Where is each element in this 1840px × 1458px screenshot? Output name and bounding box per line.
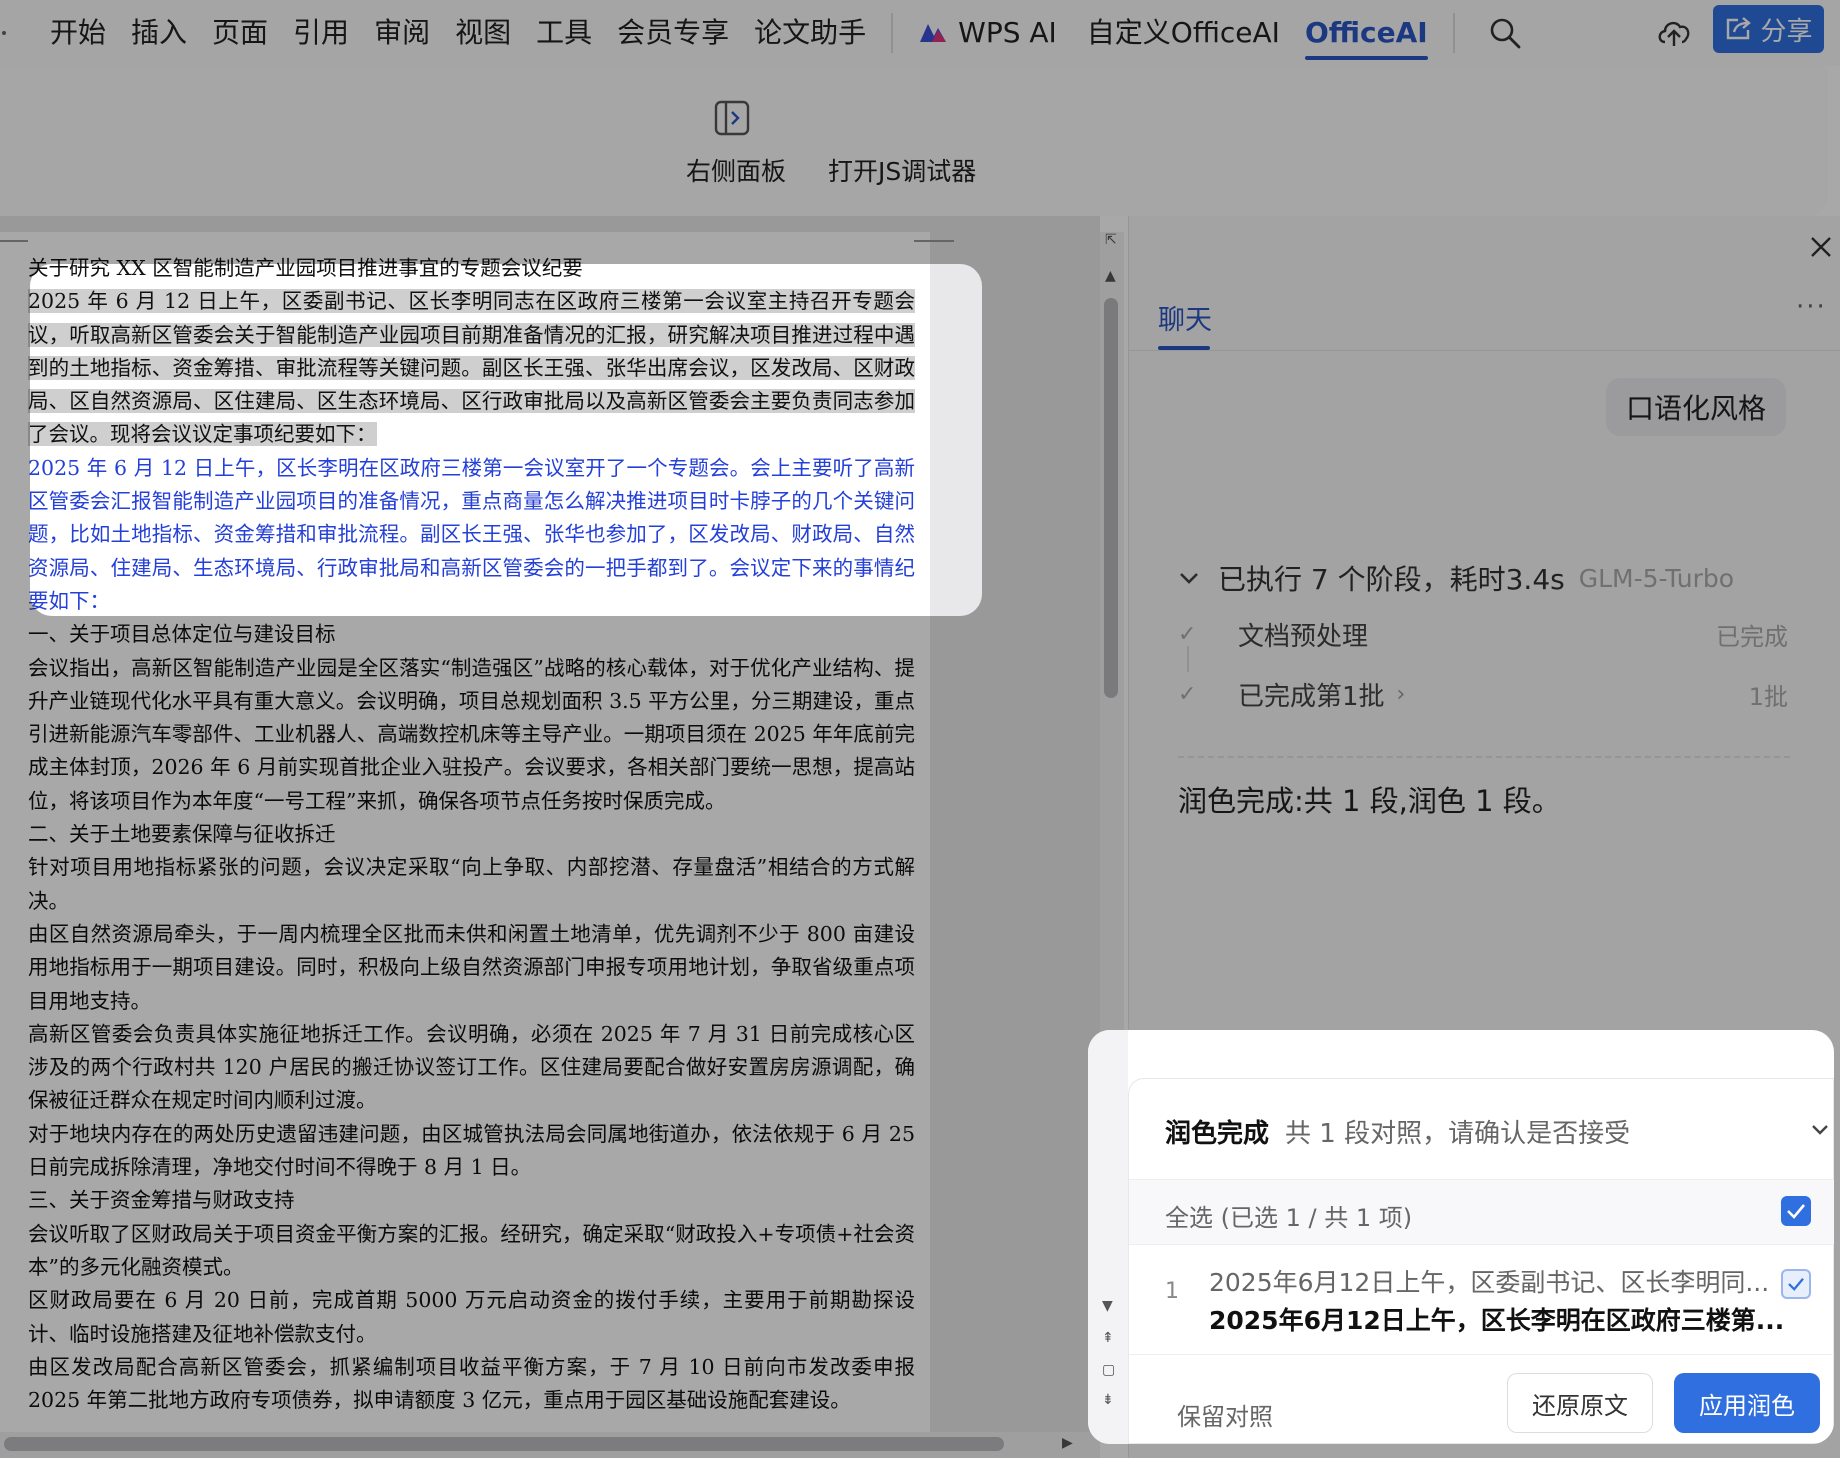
scroll-right-icon[interactable]: ▶ [1062, 1435, 1073, 1451]
model-name: GLM-5-Turbo [1578, 563, 1735, 593]
cloud-upload-icon[interactable] [1654, 12, 1694, 52]
doc-paragraph: 会议指出，高新区智能制造产业园是全区落实“制造强区”战略的核心载体，对于优化产业… [28, 655, 915, 813]
select-all-checkbox[interactable] [1781, 1196, 1811, 1226]
card-subtitle: 共 1 段对照，请确认是否接受 [1285, 1119, 1631, 1149]
stage-connector [1187, 646, 1189, 672]
vertical-scrollbar-thumb[interactable] [1104, 298, 1118, 698]
menu-officeai[interactable]: OfficeAI [1304, 0, 1428, 66]
chevron-down-icon [1180, 573, 1198, 584]
doc-paragraph: 由区自然资源局牵头，于一周内梳理全区批而未供和闲置土地清单，优先调剂不少于 80… [28, 921, 915, 1013]
doc-heading-2: 二、关于土地要素保障与征收拆迁 [28, 822, 336, 847]
stage-label: 已完成第1批 [1238, 682, 1385, 712]
polished-paragraph: 2025 年 6 月 12 日上午，区长李明在区政府三楼第一会议室开了一个专题会… [28, 455, 915, 613]
select-all-label: 全选 (已选 1 / 共 1 项) [1165, 1204, 1413, 1232]
panel-divider [1128, 350, 1840, 351]
menu-wps-ai-label: WPS AI [958, 16, 1057, 49]
item-original-text: 2025年6月12日上午，区委副书记、区长李明同... [1209, 1268, 1770, 1297]
menu-insert[interactable]: 插入 [131, 0, 187, 66]
share-icon [1727, 17, 1752, 40]
restore-original-button[interactable]: 还原原文 [1507, 1373, 1653, 1433]
mini-scroll-controls: ▼ ⇞ ▢ ⇟ [1088, 1030, 1128, 1444]
document-title: 关于研究 XX 区智能制造产业园项目推进事宜的专题会议纪要 [28, 256, 583, 280]
document-area: 关于研究 XX 区智能制造产业园项目推进事宜的专题会议纪要 2025 年 6 月… [0, 216, 1100, 1438]
item-checkbox[interactable] [1781, 1269, 1811, 1299]
check-icon: ✓ [1178, 622, 1197, 647]
execution-summary-text: 已执行 7 个阶段，耗时3.4s [1218, 563, 1565, 596]
share-button-label: 分享 [1760, 16, 1813, 47]
check-icon [1788, 1278, 1804, 1291]
item-number: 1 [1165, 1279, 1179, 1304]
menu-reference[interactable]: 引用 [293, 0, 349, 66]
stage-item: ✓ 文档预处理 已完成 [1178, 616, 1788, 653]
stage-status: 1批 [1748, 683, 1788, 711]
compare-item[interactable]: 1 2025年6月12日上午，区委副书记、区长李明同... 2025年6月12日… [1129, 1245, 1834, 1355]
doc-heading-1: 一、关于项目总体定位与建设目标 [28, 622, 336, 647]
card-header: 润色完成 共 1 段对照，请确认是否接受 [1165, 1113, 1630, 1150]
polish-result-card: 润色完成 共 1 段对照，请确认是否接受 全选 (已选 1 / 共 1 项) 1… [1128, 1078, 1834, 1444]
menu-member[interactable]: 会员专享 [617, 0, 729, 66]
scroll-next-icon[interactable]: ⇟ [1102, 1392, 1114, 1408]
doc-paragraph: 区财政局要在 6 月 20 日前，完成首期 5000 万元启动资金的拨付手续，主… [28, 1288, 915, 1346]
select-all-row[interactable]: 全选 (已选 1 / 共 1 项) [1129, 1179, 1834, 1245]
close-icon[interactable] [1806, 232, 1836, 262]
keep-compare-option[interactable]: 保留对照 [1177, 1397, 1273, 1432]
ribbon: 右侧面板 打开JS调试器 [0, 66, 1828, 216]
menu-separator [1452, 13, 1455, 53]
doc-paragraph: 针对项目用地指标紧张的问题，会议决定采取“向上争取、内部挖潜、存量盘活”相结合的… [28, 855, 915, 913]
horizontal-scrollbar[interactable]: ▶ [0, 1432, 1100, 1458]
wps-ai-logo-icon [918, 22, 948, 44]
scroll-up-icon[interactable]: ▲ [1105, 268, 1116, 284]
original-paragraph: 2025 年 6 月 12 日上午，区委副书记、区长李明同志在区政府三楼第一会议… [28, 285, 915, 451]
stage-item[interactable]: ✓ 已完成第1批 › 1批 [1178, 676, 1788, 713]
menu-review[interactable]: 审阅 [374, 0, 430, 66]
apply-polish-button[interactable]: 应用润色 [1674, 1373, 1820, 1433]
document-page: 关于研究 XX 区智能制造产业园项目推进事宜的专题会议纪要 2025 年 6 月… [0, 232, 954, 1438]
menu-separator [891, 13, 894, 53]
menu-overflow-dot[interactable] [2, 31, 6, 35]
right-panel-icon[interactable] [714, 100, 750, 140]
menu-wps-ai[interactable]: WPS AI [918, 0, 1057, 66]
search-icon[interactable] [1488, 16, 1522, 50]
page-margin-mark [914, 240, 954, 242]
menu-bar: 开始 插入 页面 引用 审阅 视图 工具 会员专享 论文助手 WPS AI 自定… [0, 0, 1840, 66]
doc-paragraph: 会议听取了区财政局关于项目资金平衡方案的汇报。经研究，确定采取“财政投入+专项债… [28, 1221, 915, 1279]
user-message-bubble: 口语化风格 [1606, 378, 1786, 436]
item-polished-text: 2025年6月12日上午，区长李明在区政府三楼第... [1209, 1306, 1785, 1335]
more-icon[interactable]: ··· [1796, 292, 1827, 322]
menu-page[interactable]: 页面 [212, 0, 268, 66]
scroll-down-icon[interactable]: ▼ [1102, 1298, 1113, 1314]
check-icon [1787, 1204, 1805, 1219]
menu-view[interactable]: 视图 [455, 0, 511, 66]
scroll-top-icon[interactable]: ⇱ [1105, 232, 1117, 248]
scroll-prev-icon[interactable]: ⇞ [1102, 1330, 1114, 1346]
original-paragraph-text: 2025 年 6 月 12 日上午，区委副书记、区长李明同志在区政府三楼第一会议… [28, 289, 915, 447]
chevron-down-icon[interactable] [1809, 1119, 1831, 1141]
scroll-center-icon[interactable]: ▢ [1102, 1362, 1115, 1378]
share-button[interactable]: 分享 [1713, 5, 1824, 53]
menu-paper-assistant[interactable]: 论文助手 [754, 0, 866, 66]
menu-tools[interactable]: 工具 [536, 0, 592, 66]
execution-summary[interactable]: 已执行 7 个阶段，耗时3.4s GLM-5-Turbo [1178, 558, 1734, 598]
stage-label: 文档预处理 [1238, 622, 1369, 652]
page-margin-mark [0, 240, 28, 242]
doc-paragraph: 由区发改局配合高新区管委会，抓紧编制项目收益平衡方案，于 7 月 10 日前向市… [28, 1354, 915, 1413]
polish-result-popup: ▼ ⇞ ▢ ⇟ 润色完成 共 1 段对照，请确认是否接受 全选 (已选 1 / … [1088, 1030, 1834, 1444]
right-panel-button[interactable]: 右侧面板 [686, 152, 786, 188]
chevron-right-icon: › [1396, 682, 1406, 707]
menu-start[interactable]: 开始 [50, 0, 106, 66]
doc-paragraph: 对于地块内存在的两处历史遗留违建问题，由区城管执法局会同属地街道办，依法依规于 … [28, 1121, 915, 1180]
stage-status: 已完成 [1716, 623, 1788, 651]
polish-done-message: 润色完成:共 1 段,润色 1 段。 [1178, 784, 1561, 818]
js-debugger-button[interactable]: 打开JS调试器 [828, 152, 976, 188]
document-body[interactable]: 关于研究 XX 区智能制造产业园项目推进事宜的专题会议纪要 2025 年 6 月… [28, 252, 915, 1417]
doc-heading-3: 三、关于资金筹措与财政支持 [28, 1188, 295, 1213]
tab-chat[interactable]: 聊天 [1158, 298, 1212, 337]
horizontal-scrollbar-thumb[interactable] [4, 1437, 1004, 1451]
check-icon: ✓ [1178, 682, 1197, 707]
doc-paragraph: 高新区管委会负责具体实施征地拆迁工作。会议明确，必须在 2025 年 7 月 3… [28, 1021, 915, 1113]
card-title: 润色完成 [1165, 1119, 1270, 1149]
menu-custom-officeai[interactable]: 自定义OfficeAI [1087, 0, 1280, 66]
section-divider [1178, 756, 1790, 758]
